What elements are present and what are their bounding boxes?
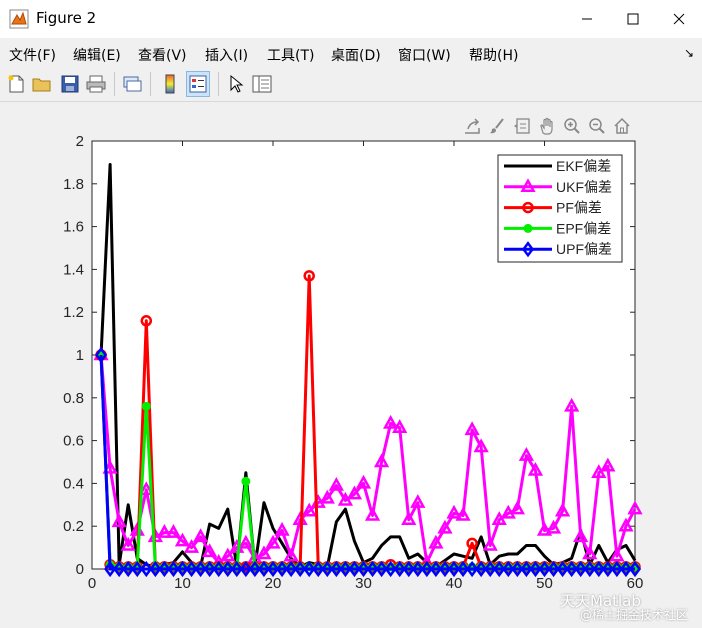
legend[interactable]: EKF偏差 UKF偏差 PF偏差 EPF偏差 UPF偏差 <box>497 154 623 263</box>
legend-label: EPF偏差 <box>556 220 611 236</box>
y-tick-label: 0.2 <box>63 518 84 535</box>
legend-marker <box>523 223 533 233</box>
x-tick-label: 40 <box>446 575 463 592</box>
legend-label: UPF偏差 <box>556 241 612 257</box>
x-tick-label: 50 <box>536 575 553 592</box>
y-tick-label: 1.8 <box>63 176 84 193</box>
y-tick-label: 1.6 <box>63 219 84 236</box>
y-tick-label: 1.2 <box>63 304 84 321</box>
data-point <box>141 401 151 411</box>
y-tick-label: 0.8 <box>63 390 84 407</box>
x-tick-label: 0 <box>88 575 96 592</box>
legend-label: EKF偏差 <box>556 158 611 174</box>
legend-label: UKF偏差 <box>556 179 612 195</box>
y-tick-label: 0.6 <box>63 433 84 450</box>
watermark-source: @稀土掘金技术社区 <box>580 608 689 622</box>
y-tick-label: 1 <box>76 347 84 364</box>
y-tick-label: 0 <box>76 561 84 578</box>
legend-label: PF偏差 <box>556 200 602 216</box>
line-chart: 0 10 20 30 40 50 6000.20.40.60.811.21.41.61.82… <box>63 133 643 592</box>
x-tick-label: 20 <box>265 575 282 592</box>
y-tick-label: 2 <box>76 133 84 150</box>
data-point <box>241 476 251 486</box>
y-tick-label: 1.4 <box>63 261 84 278</box>
x-tick-label: 30 <box>355 575 372 592</box>
y-tick-label: 0.4 <box>63 475 84 492</box>
x-tick-label: 10 <box>174 575 191 592</box>
